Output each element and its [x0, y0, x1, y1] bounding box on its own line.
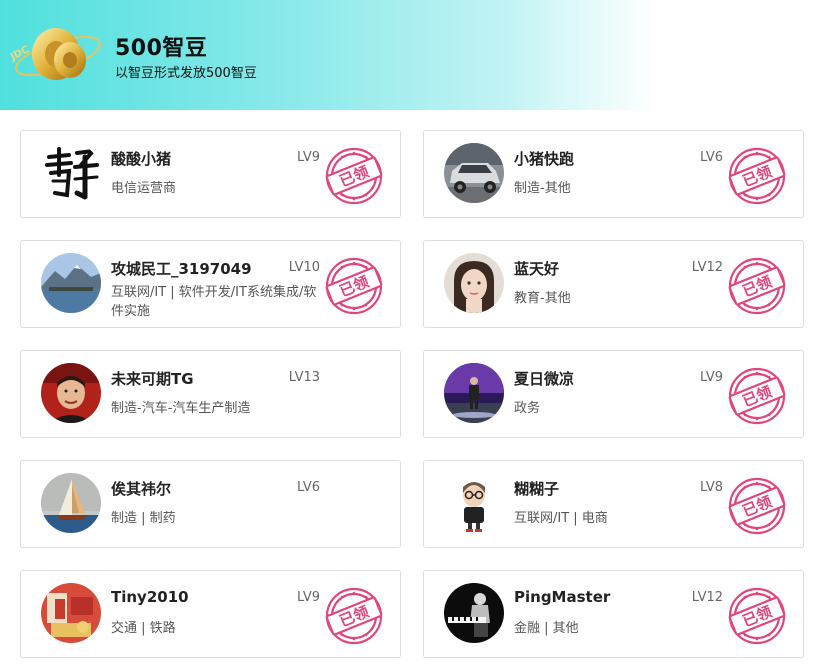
jdc-coin-logo: JDC	[8, 28, 102, 80]
user-industry: 互联网/IT | 软件开发/IT系统集成/软件实施	[111, 285, 317, 319]
lake-mountain-avatar[interactable]	[41, 253, 101, 313]
user-industry: 金融 | 其他	[514, 621, 579, 636]
red-room-avatar[interactable]	[41, 583, 101, 643]
user-name[interactable]: PingMaster	[514, 588, 610, 606]
claimed-stamp-icon: 已领	[324, 146, 384, 206]
claimed-stamp-icon: 已领	[727, 256, 787, 316]
user-industry: 互联网/IT | 电商	[514, 511, 608, 526]
user-name[interactable]: 酸酸小猪	[111, 148, 171, 169]
user-card[interactable]: Tiny2010 LV9 交通 | 铁路 已领	[20, 570, 401, 658]
sailboat-avatar[interactable]	[41, 473, 101, 533]
user-card[interactable]: 糊糊子 LV8 互联网/IT | 电商 已领	[423, 460, 804, 548]
claimed-stamp-icon: 已领	[324, 256, 384, 316]
car-avatar[interactable]	[444, 143, 504, 203]
user-name[interactable]: 攻城民工_3197049	[111, 258, 252, 279]
cartoon-avatar[interactable]	[444, 473, 504, 533]
user-name[interactable]: 蓝天好	[514, 258, 559, 279]
claimed-stamp-icon: 已领	[727, 586, 787, 646]
user-name[interactable]: 未来可期TG	[111, 368, 194, 389]
user-industry: 电信运营商	[111, 181, 177, 196]
user-card[interactable]: 攻城民工_3197049 LV10 互联网/IT | 软件开发/IT系统集成/软…	[20, 240, 401, 328]
user-level: LV13	[288, 370, 320, 385]
user-level: LV9	[700, 370, 723, 385]
user-level: LV12	[691, 590, 723, 605]
user-industry: 制造 | 制药	[111, 511, 176, 526]
stage-avatar[interactable]	[444, 363, 504, 423]
claimed-stamp-icon: 已领	[727, 476, 787, 536]
user-card[interactable]: 酸酸小猪 LV9 电信运营商 已领	[20, 130, 401, 218]
user-name[interactable]: 俟其祎尔	[111, 478, 171, 499]
user-card[interactable]: 小猪快跑 LV6 制造-其他 已领	[423, 130, 804, 218]
user-industry: 制造-其他	[514, 181, 571, 196]
user-level: LV6	[297, 480, 320, 495]
header-banner: JDC 500智豆 以智豆形式发放500智豆	[0, 0, 821, 110]
user-industry: 制造-汽车-汽车生产制造	[111, 401, 251, 416]
user-name[interactable]: 糊糊子	[514, 478, 559, 499]
claimed-stamp-icon: 已领	[727, 146, 787, 206]
user-level: LV9	[297, 150, 320, 165]
user-industry: 交通 | 铁路	[111, 621, 176, 636]
claimed-stamp-icon: 已领	[727, 366, 787, 426]
user-card[interactable]: 未来可期TG LV13 制造-汽车-汽车生产制造	[20, 350, 401, 438]
user-name[interactable]: 夏日微凉	[514, 368, 574, 389]
user-level: LV8	[700, 480, 723, 495]
user-card[interactable]: PingMaster LV12 金融 | 其他 已领	[423, 570, 804, 658]
portrait-avatar[interactable]	[444, 253, 504, 313]
user-level: LV12	[691, 260, 723, 275]
pianist-avatar[interactable]	[444, 583, 504, 643]
user-name[interactable]: 小猪快跑	[514, 148, 574, 169]
page-subtitle: 以智豆形式发放500智豆	[115, 66, 257, 81]
user-card[interactable]: 俟其祎尔 LV6 制造 | 制药	[20, 460, 401, 548]
user-level: LV6	[700, 150, 723, 165]
calligraphy-avatar[interactable]	[41, 143, 101, 203]
user-card[interactable]: 蓝天好 LV12 教育-其他 已领	[423, 240, 804, 328]
claimed-stamp-icon: 已领	[324, 586, 384, 646]
user-industry: 教育-其他	[514, 291, 571, 306]
user-level: LV10	[288, 260, 320, 275]
user-name[interactable]: Tiny2010	[111, 588, 189, 606]
user-card[interactable]: 夏日微凉 LV9 政务 已领	[423, 350, 804, 438]
user-industry: 政务	[514, 401, 541, 416]
page-title: 500智豆	[115, 36, 208, 61]
performer-avatar[interactable]	[41, 363, 101, 423]
user-level: LV9	[297, 590, 320, 605]
